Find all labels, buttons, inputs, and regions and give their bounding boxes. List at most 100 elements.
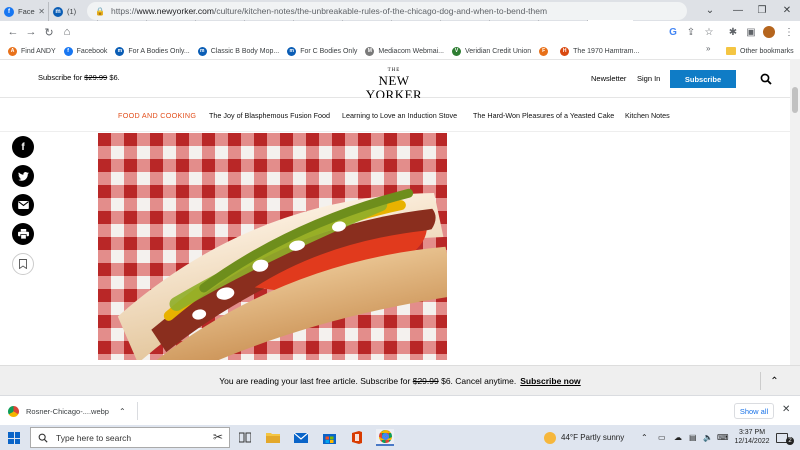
download-filename: Rosner-Chicago-....webp: [26, 406, 109, 416]
tab-favicon-icon: f: [4, 6, 14, 17]
category-link[interactable]: FOOD AND COOKING: [118, 111, 196, 120]
weather-widget[interactable]: 44°F Partly sunny: [544, 425, 624, 450]
related-link-induction[interactable]: Learning to Love an Induction Stove: [342, 111, 457, 120]
close-icon[interactable]: ✕: [782, 404, 790, 415]
newsletter-link[interactable]: Newsletter: [591, 74, 626, 83]
back-icon[interactable]: ←: [4, 26, 22, 38]
browser-tab[interactable]: f Face ✕: [0, 2, 49, 21]
twitter-icon[interactable]: [12, 165, 34, 187]
paywall-old-price: $29.99: [412, 375, 439, 386]
clock-date: 12/14/2022: [734, 438, 770, 445]
bookmark-label: For C Bodies Only: [300, 47, 358, 55]
email-icon[interactable]: [12, 194, 34, 216]
url-prefix: https://: [110, 6, 137, 16]
bookmark-label: Facebook: [76, 47, 108, 55]
chrome-icon[interactable]: [376, 429, 394, 446]
chevron-up-icon[interactable]: ⌃: [119, 407, 126, 416]
bookmark-item[interactable]: A Find ANDY: [8, 46, 56, 56]
menu-icon[interactable]: ⋮: [780, 21, 798, 43]
subscribe-now-link[interactable]: Subscribe now: [520, 376, 580, 386]
restore-icon[interactable]: ❐: [750, 0, 774, 21]
bookmark-label: For A Bodies Only...: [128, 47, 190, 55]
onedrive-icon[interactable]: ☁: [674, 425, 682, 450]
bookmark-label: The 1970 Hamtram...: [573, 47, 640, 55]
bookmark-item[interactable]: F: [539, 46, 552, 56]
ime-icon[interactable]: ⌨: [717, 425, 729, 450]
url-path: /culture/kitchen-notes/the-unbreakable-r…: [213, 6, 548, 16]
bookmark-icon[interactable]: [12, 253, 34, 275]
search-highlight-icon: ✂: [212, 430, 223, 444]
file-explorer-icon[interactable]: [264, 429, 282, 446]
related-link-fusion[interactable]: The Joy of Blasphemous Fusion Food: [209, 111, 330, 120]
tab-label: Face: [18, 7, 35, 16]
office-icon[interactable]: [348, 429, 366, 446]
system-clock[interactable]: 3:37 PM 12/14/2022: [730, 428, 774, 446]
store-icon[interactable]: [320, 429, 338, 446]
close-window-icon[interactable]: ✕: [775, 0, 799, 21]
task-view-icon[interactable]: [236, 429, 254, 446]
bookmark-item[interactable]: m For C Bodies Only: [287, 46, 358, 56]
address-bar[interactable]: 🔒 https://www.newyorker.com/culture/kitc…: [87, 2, 687, 20]
bookmark-item[interactable]: M Mediacom Webmai...: [365, 46, 444, 56]
show-all-button[interactable]: Show all: [734, 403, 774, 419]
new-yorker-logo[interactable]: THE NEW YORKER: [354, 68, 434, 102]
bookmark-favicon-icon: m: [115, 46, 125, 56]
bookmark-favicon-icon: A: [8, 46, 17, 56]
close-icon[interactable]: ✕: [35, 7, 48, 16]
download-item[interactable]: Rosner-Chicago-....webp ⌃: [8, 402, 138, 420]
bookmark-favicon-icon: M: [365, 46, 375, 56]
meet-now-icon[interactable]: ▭: [658, 425, 666, 450]
subscribe-offer[interactable]: Subscribe for $29.99 $6.: [38, 73, 120, 82]
other-bookmarks[interactable]: Other bookmarks: [726, 44, 794, 58]
windows-start-icon[interactable]: [8, 432, 20, 444]
download-shelf: Rosner-Chicago-....webp ⌃ Show all ✕: [0, 395, 800, 425]
bookmark-item[interactable]: f Facebook: [63, 46, 108, 56]
star-icon[interactable]: ☆: [700, 21, 718, 43]
profile-avatar[interactable]: [760, 21, 778, 43]
partly-sunny-icon: [544, 431, 556, 444]
page-scrollbar[interactable]: [790, 59, 800, 365]
bookmark-label: Veridian Credit Union: [465, 47, 532, 55]
bookmark-item[interactable]: m Classic B Body Mop...: [197, 46, 279, 56]
chrome-file-icon: [8, 405, 19, 417]
bookmark-item[interactable]: m For A Bodies Only...: [115, 46, 190, 56]
bookmark-favicon-icon: f: [63, 46, 73, 56]
show-hidden-icons[interactable]: ⌃: [641, 425, 648, 450]
google-lens-icon[interactable]: G: [664, 21, 682, 43]
minimize-icon[interactable]: —: [726, 0, 750, 21]
notifications-icon[interactable]: 2: [776, 425, 794, 450]
new-price: $6.: [109, 73, 120, 82]
old-price: $29.99: [84, 73, 108, 82]
sign-in-link[interactable]: Sign In: [637, 74, 660, 83]
bookmark-favicon-icon: m: [287, 46, 297, 56]
paywall-banner: You are reading your last free article. …: [0, 365, 800, 395]
side-panel-icon[interactable]: ▣: [742, 21, 760, 43]
bookmark-item[interactable]: H The 1970 Hamtram...: [560, 46, 640, 56]
lock-icon: 🔒: [95, 6, 105, 16]
facebook-icon[interactable]: f: [12, 136, 34, 158]
reload-icon[interactable]: ↻: [40, 26, 58, 39]
taskbar-search-input[interactable]: Type here to search ✂: [30, 427, 230, 448]
taskbar-search-placeholder: Type here to search: [56, 432, 132, 443]
subscribe-prefix: Subscribe for: [38, 73, 83, 82]
subscribe-button[interactable]: Subscribe: [670, 70, 736, 88]
related-link-yeasted-cake[interactable]: The Hard-Won Pleasures of a Yeasted Cake: [473, 111, 614, 120]
mail-icon[interactable]: [292, 429, 310, 446]
other-bookmarks-label: Other bookmarks: [740, 47, 794, 55]
search-icon[interactable]: [760, 73, 772, 85]
folder-icon: [726, 47, 736, 55]
network-icon[interactable]: ▤: [689, 425, 697, 450]
volume-icon[interactable]: 🔈: [703, 425, 713, 450]
bookmark-label: Find ANDY: [21, 47, 56, 55]
forward-icon[interactable]: →: [22, 26, 40, 38]
home-icon[interactable]: ⌂: [58, 26, 76, 38]
more-bookmarks-icon[interactable]: »: [706, 44, 710, 53]
print-icon[interactable]: [12, 223, 34, 245]
bookmark-item[interactable]: V Veridian Credit Union: [452, 46, 532, 56]
share-page-icon[interactable]: ⇪: [682, 21, 700, 43]
extensions-icon[interactable]: ✱: [724, 21, 742, 43]
tab-search-icon[interactable]: ⌄: [698, 0, 722, 21]
related-link-kitchen-notes[interactable]: Kitchen Notes: [625, 111, 670, 120]
chevron-up-icon[interactable]: ⌃: [760, 372, 788, 390]
scrollbar-thumb[interactable]: [792, 87, 798, 113]
